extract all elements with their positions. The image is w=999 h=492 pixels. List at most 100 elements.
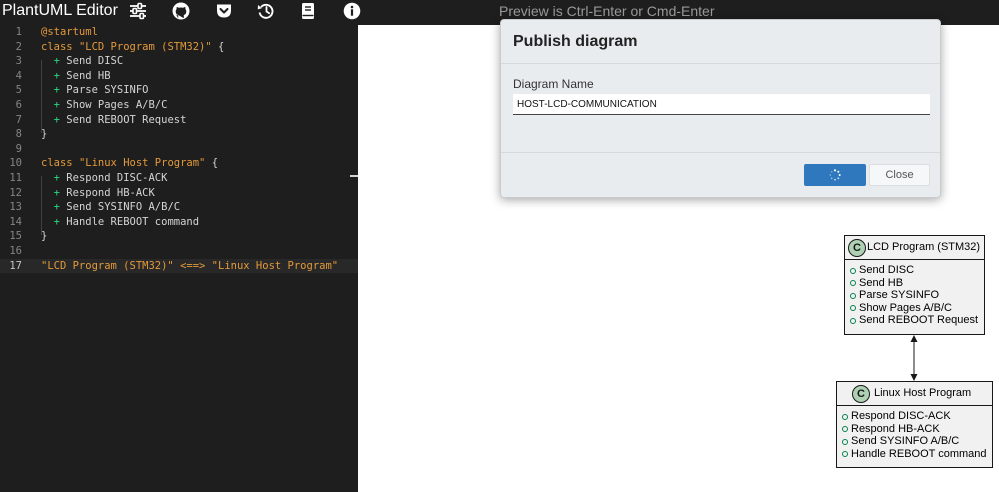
save-button[interactable] [212, 0, 236, 22]
info-icon [343, 2, 361, 20]
code-text: + Respond HB-ACK [41, 186, 155, 201]
member-visibility-icon [850, 267, 856, 274]
uml-member: Send DISC [859, 264, 915, 276]
uml-class-name: Linux Host Program [874, 387, 972, 399]
github-button[interactable] [169, 0, 193, 22]
code-text: @startuml [41, 25, 98, 40]
code-editor[interactable]: 1 @startuml 2 class "LCD Program (STM32)" {… [0, 25, 358, 492]
uml-member: Respond HB-ACK [851, 422, 940, 435]
member-visibility-icon [842, 438, 848, 445]
uml-member: Show Pages A/B/C [859, 301, 952, 314]
code-token: class [41, 157, 79, 170]
code-line[interactable]: 17 "LCD Program (STM32)" <==> "Linux Host… [0, 258, 358, 274]
uml-class-header: C Linux Host Program [837, 382, 992, 406]
diagram-name-label: Diagram Name [513, 77, 594, 91]
code-line[interactable]: 14 + Handle REBOOT command [0, 215, 358, 230]
code-token: "Linux Host Program" [78, 157, 206, 170]
diagram-name-input[interactable] [513, 94, 930, 115]
uml-member: Send HB [859, 276, 904, 289]
code-token: { [211, 40, 225, 53]
line-number: 2 [15, 40, 22, 53]
code-line[interactable]: 1 @startuml [0, 25, 358, 40]
code-token: + [41, 99, 67, 111]
member-visibility-icon [842, 451, 848, 458]
member-visibility-icon [850, 317, 856, 324]
preview-hint: Preview is Ctrl-Enter or Cmd-Enter [499, 3, 715, 19]
line-number: 16 [9, 245, 22, 257]
editor-scroll-marker [350, 175, 358, 177]
code-line[interactable]: 4 + Send HB [0, 69, 358, 84]
uml-class-name: LCD Program (STM32) [867, 241, 981, 253]
uml-member: Send SYSINFO A/B/C [851, 435, 960, 448]
code-text: + Send REBOOT Request [41, 113, 187, 128]
code-line[interactable]: 10 class "Linux Host Program" { [0, 156, 358, 171]
line-number: 8 [15, 128, 22, 141]
member-visibility-icon [842, 413, 848, 420]
member-visibility-icon [842, 426, 848, 433]
code-line[interactable]: 3 + Send DISC [0, 54, 358, 69]
uml-class-lcd-program: C LCD Program (STM32) Send DISC Send HB Pa… [844, 235, 985, 335]
code-line[interactable]: 15} [0, 229, 358, 244]
code-token: + [41, 84, 67, 97]
code-token: "LCD Program (STM32)" [78, 40, 212, 53]
github-icon [172, 2, 190, 20]
code-token: Send SYSINFO A/B/C [66, 201, 181, 214]
code-line[interactable]: 11 + Respond DISC-ACK [0, 171, 358, 186]
code-token: } [41, 128, 48, 141]
line-number: 5 [15, 84, 22, 97]
publish-button[interactable] [804, 164, 866, 186]
code-line[interactable]: 7 + Send REBOOT Request [0, 113, 358, 128]
member-visibility-icon [850, 305, 856, 312]
close-button[interactable]: Close [869, 164, 930, 186]
code-line[interactable]: 13 + Send SYSINFO A/B/C [0, 200, 358, 215]
line-number: 12 [9, 186, 22, 199]
line-number: 3 [15, 55, 22, 68]
class-badge-icon: C [848, 239, 866, 257]
info-button[interactable] [340, 0, 364, 22]
code-line[interactable]: 5 + Parse SYSINFO [0, 83, 358, 98]
code-text: } [41, 229, 47, 244]
association-arrow [910, 335, 918, 381]
code-line[interactable]: 6 + Show Pages A/B/C [0, 98, 358, 113]
code-token: + [41, 55, 67, 68]
code-text: + Handle REBOOT command [41, 215, 199, 230]
history-button[interactable] [254, 0, 278, 22]
uml-class-linux-host-program: C Linux Host Program Respond DISC-ACK Res… [836, 381, 993, 468]
code-token: Show Pages A/B/C [66, 99, 168, 111]
loading-spinner-icon [829, 169, 841, 181]
code-line[interactable]: 9 [0, 142, 358, 157]
settings-button[interactable] [126, 0, 150, 22]
line-number: 4 [15, 69, 22, 82]
code-line[interactable]: 16 [0, 244, 358, 259]
publish-dialog: Publish diagram Diagram Name Close [500, 19, 941, 198]
pocket-save-icon [217, 4, 231, 18]
dialog-footer-divider [501, 152, 940, 153]
uml-member: Respond DISC-ACK [851, 410, 951, 422]
app-title: PlantUML Editor [2, 2, 118, 19]
line-number: 6 [15, 99, 22, 111]
code-text: + Send HB [41, 69, 111, 84]
code-text: class "LCD Program (STM32)" { [41, 40, 224, 55]
line-number: 7 [15, 113, 22, 126]
code-line[interactable]: 12 + Respond HB-ACK [0, 186, 358, 201]
code-token: Parse SYSINFO [66, 84, 149, 97]
line-number: 1 [15, 26, 22, 38]
dialog-title: Publish diagram [513, 33, 638, 50]
code-text: + Send DISC [41, 54, 124, 69]
code-text: "LCD Program (STM32)" <==> "Linux Host P… [41, 259, 338, 274]
code-token: } [41, 230, 48, 243]
history-icon [257, 3, 274, 19]
code-text: class "Linux Host Program" { [41, 156, 218, 171]
code-line[interactable]: 2 class "LCD Program (STM32)" { [0, 40, 358, 55]
code-token: + [41, 215, 67, 228]
line-number: 17 [9, 259, 22, 272]
code-token: Send HB [66, 69, 111, 82]
docs-button[interactable] [296, 0, 320, 22]
code-line[interactable]: 8} [0, 127, 358, 142]
dialog-header: Publish diagram [501, 20, 940, 64]
settings-sliders-icon [130, 2, 146, 20]
code-token: Respond DISC-ACK [66, 172, 168, 184]
code-token: @startuml [41, 26, 98, 38]
code-token: Send REBOOT Request [66, 113, 187, 126]
code-token: { [205, 157, 219, 170]
